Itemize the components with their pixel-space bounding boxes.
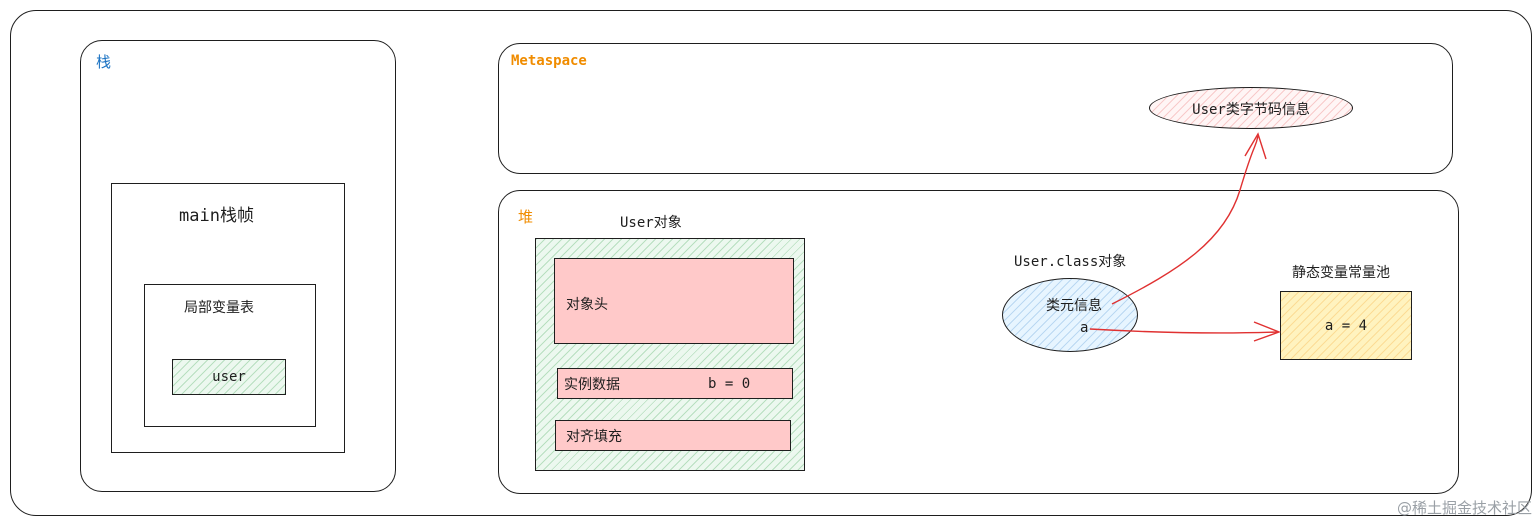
heap-label: 堆 [518,208,534,226]
class-object-title: User.class对象 [1014,254,1127,270]
alignment-padding-label: 对齐填充 [566,429,622,445]
user-object-title: User对象 [620,215,682,231]
class-meta-label: 类元信息 [1046,298,1102,314]
static-pool-title: 静态变量常量池 [1292,265,1390,281]
local-variable-table-title: 局部变量表 [184,300,254,316]
user-variable-label: user [212,369,246,385]
stack-frame-title: main栈帧 [179,206,254,226]
static-pool-value: a = 4 [1324,318,1368,334]
instance-data-label: 实例数据 [564,377,620,393]
class-field-label: a [1080,320,1089,336]
instance-data-value: b = 0 [708,376,751,392]
object-header-label: 对象头 [566,297,608,313]
stack-label: 栈 [96,53,112,71]
watermark: @稀土掘金技术社区 [1396,499,1532,517]
class-object-node [1002,278,1138,352]
bytecode-info-label: User类字节码信息 [1192,102,1310,118]
metaspace-label: Metaspace [511,53,587,69]
